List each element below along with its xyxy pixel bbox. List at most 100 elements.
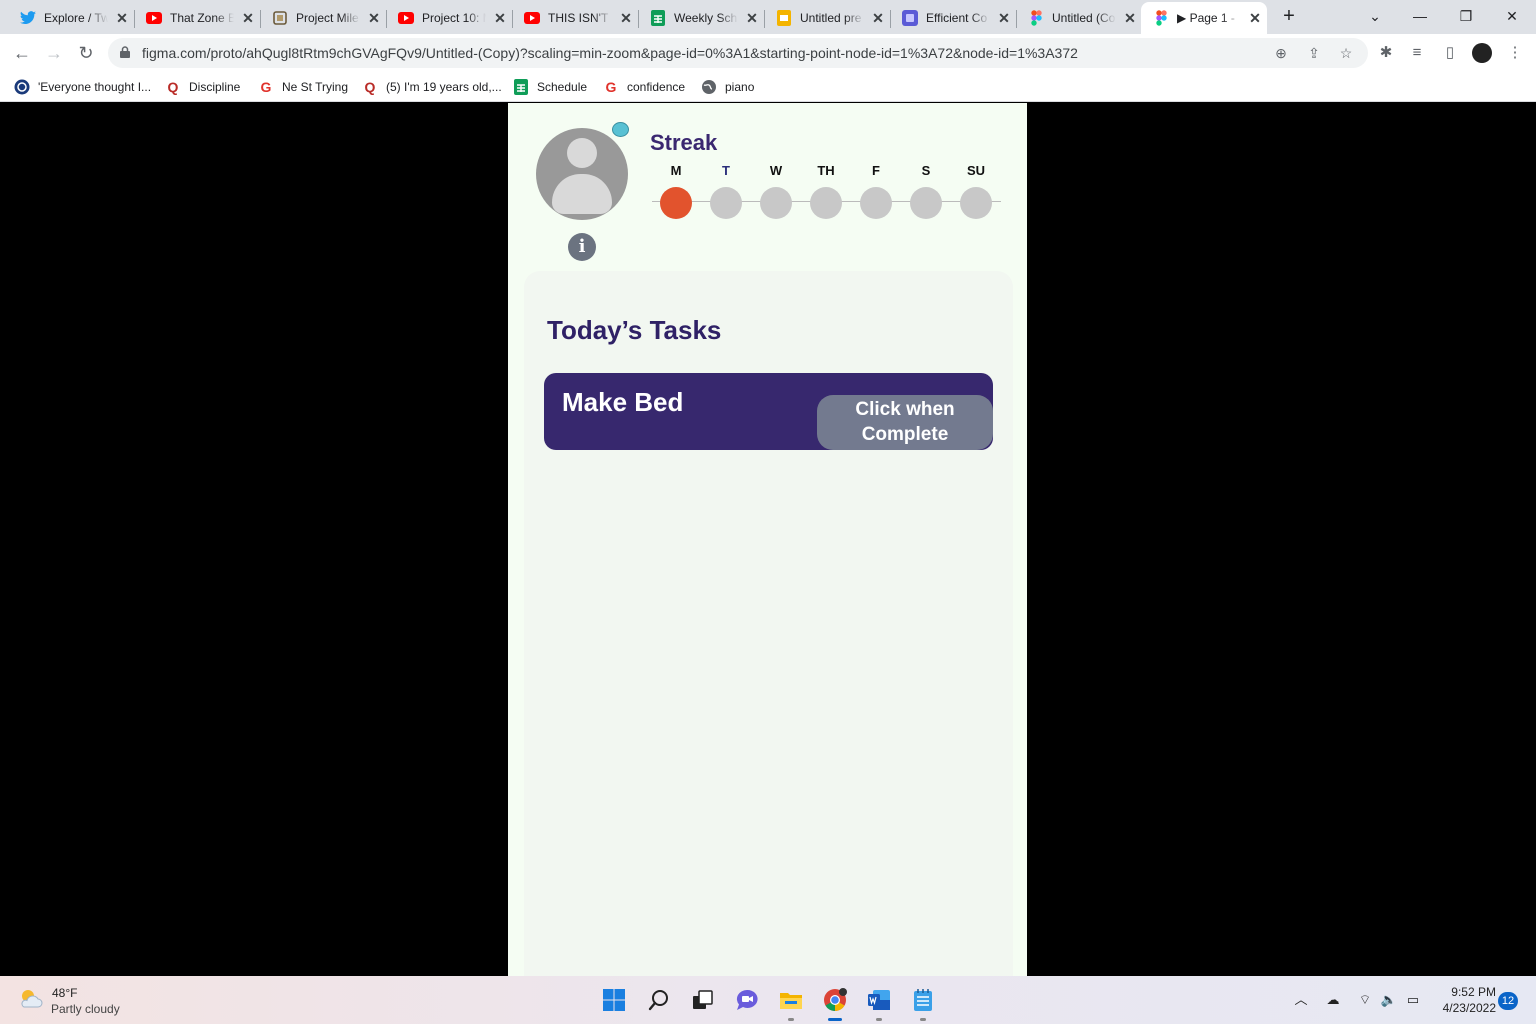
browser-tab-active[interactable]: ▶ Page 1 - ✕ xyxy=(1141,2,1267,34)
tab-strip: Explore / Tw ✕ That Zone B ✕ Project Mil… xyxy=(0,0,1536,34)
day-label: T xyxy=(722,163,730,178)
new-tab-button[interactable]: + xyxy=(1279,6,1299,26)
streak-title: Streak xyxy=(650,130,718,155)
zoom-icon[interactable]: ⊕ xyxy=(1272,44,1290,62)
browser-tab[interactable]: Untitled (Co ✕ xyxy=(1010,2,1142,34)
close-tab-icon[interactable]: ✕ xyxy=(1247,10,1263,26)
bookmark-item[interactable]: Q (5) I'm 19 years old,... xyxy=(362,78,502,96)
tab-title: ▶ Page 1 - xyxy=(1177,11,1235,25)
clock-time[interactable]: 9:52 PM xyxy=(1440,985,1496,999)
sheets-icon xyxy=(650,10,666,26)
bookmark-label: Schedule xyxy=(537,80,588,94)
task-name: Make Bed xyxy=(562,387,684,417)
day-label: TH xyxy=(817,163,835,178)
slides-icon xyxy=(776,10,792,26)
browser-tab[interactable]: Explore / Tw ✕ xyxy=(2,2,135,34)
minimize-button[interactable]: — xyxy=(1406,4,1434,28)
browser-tab[interactable]: Project 10: M ✕ xyxy=(380,2,513,34)
partly-cloudy-icon[interactable] xyxy=(18,987,44,1011)
close-tab-icon[interactable]: ✕ xyxy=(1122,10,1138,26)
forward-icon[interactable]: → xyxy=(42,41,66,65)
tab-search-button[interactable]: ⌄ xyxy=(1361,4,1389,28)
browser-tab[interactable]: Weekly Sch ✕ xyxy=(632,2,765,34)
day-label: F xyxy=(872,163,880,178)
windows-start-icon[interactable] xyxy=(600,986,628,1014)
wifi-icon[interactable]: ⌔ xyxy=(1355,990,1375,1010)
chat-icon[interactable] xyxy=(733,986,761,1014)
bookmark-label: Ne St Trying xyxy=(282,80,349,94)
share-icon[interactable]: ⇪ xyxy=(1305,44,1323,62)
app-icon xyxy=(902,10,918,26)
file-explorer-icon[interactable] xyxy=(777,986,805,1014)
tasks-panel: Today’s Tasks Make Bed Click when Comple… xyxy=(524,271,1013,976)
weather-description[interactable]: Partly cloudy xyxy=(51,1002,120,1016)
volume-icon[interactable]: 🔈 xyxy=(1379,990,1399,1010)
quora-icon: Q xyxy=(167,79,179,95)
tab-title: Project Mile xyxy=(296,11,359,25)
menu-kebab-icon[interactable]: ⋮ xyxy=(1505,43,1525,63)
restore-button[interactable]: ❐ xyxy=(1452,4,1480,28)
bookmark-item[interactable]: Q Discipline xyxy=(165,78,241,96)
profile-picture[interactable] xyxy=(536,128,628,220)
bookmark-label: (5) I'm 19 years old,... xyxy=(386,80,502,94)
twitter-icon xyxy=(20,10,36,26)
profile-avatar-icon[interactable] xyxy=(1472,43,1492,63)
tab-title: Project 10: M xyxy=(422,11,486,25)
battery-icon[interactable]: ▭ xyxy=(1403,990,1423,1010)
quora-icon: Q xyxy=(364,79,376,95)
tasks-title: Today’s Tasks xyxy=(547,315,722,345)
streak-day-dot xyxy=(860,187,892,219)
bookmark-item[interactable]: G Ne St Trying xyxy=(258,78,348,96)
chevron-up-icon[interactable]: ︿ xyxy=(1291,990,1311,1010)
youtube-icon xyxy=(398,10,414,26)
streak-day-dot xyxy=(760,187,792,219)
bookmark-label: 'Everyone thought I... xyxy=(38,80,152,94)
task-view-icon[interactable] xyxy=(689,986,717,1014)
complete-task-button[interactable]: Click when Complete xyxy=(817,395,993,450)
browser-tab[interactable]: Untitled pre ✕ xyxy=(758,2,891,34)
extensions-icon[interactable]: ✱ xyxy=(1376,43,1396,63)
tab-title: THIS ISN'T M xyxy=(548,11,612,25)
bookmark-star-icon[interactable]: ☆ xyxy=(1337,44,1355,62)
bookmark-item[interactable]: 'Everyone thought I... xyxy=(14,78,151,96)
url-text: figma.com/proto/ahQugl8tRtm9chGVAgFQv9/U… xyxy=(142,45,1078,61)
close-window-button[interactable]: ✕ xyxy=(1498,4,1526,28)
bookmark-item[interactable]: G confidence xyxy=(603,78,686,96)
reload-icon[interactable]: ↻ xyxy=(74,41,98,65)
browser-tab[interactable]: Project Mile ✕ xyxy=(254,2,387,34)
chrome-icon[interactable] xyxy=(821,986,849,1014)
tab-title: Weekly Sch xyxy=(674,11,738,25)
notepad-icon[interactable] xyxy=(909,986,937,1014)
tab-title: Untitled (Co xyxy=(1052,11,1116,25)
bookmark-label: confidence xyxy=(627,80,686,94)
task-item: Make Bed Click when Complete xyxy=(544,373,993,450)
notification-badge[interactable]: 12 xyxy=(1498,992,1518,1010)
word-icon[interactable] xyxy=(865,986,893,1014)
bookmark-item[interactable]: Schedule xyxy=(513,78,587,96)
address-bar[interactable]: figma.com/proto/ahQugl8tRtm9chGVAgFQv9/U… xyxy=(108,38,1368,68)
info-icon[interactable]: i xyxy=(568,233,596,261)
media-control-icon[interactable]: ≡ xyxy=(1407,43,1427,63)
lock-icon xyxy=(120,46,130,58)
figma-icon xyxy=(1028,10,1044,26)
running-indicator xyxy=(920,1018,926,1021)
back-icon[interactable]: ← xyxy=(10,41,34,65)
browser-tab[interactable]: Efficient Co ✕ xyxy=(884,2,1017,34)
search-icon[interactable] xyxy=(645,986,673,1014)
bookmark-item[interactable]: piano xyxy=(701,78,754,96)
side-panel-icon[interactable]: ▯ xyxy=(1440,43,1460,63)
status-dot xyxy=(612,122,629,137)
bookmarks-bar: 'Everyone thought I... Q Discipline G Ne… xyxy=(0,72,1536,102)
youtube-icon xyxy=(524,10,540,26)
day-label: SU xyxy=(966,163,986,178)
globe-dark-icon xyxy=(14,79,30,95)
tab-title: Efficient Co xyxy=(926,11,988,25)
onedrive-icon[interactable]: ☁ xyxy=(1323,990,1343,1010)
bookmark-label: Discipline xyxy=(189,80,241,94)
browser-tab[interactable]: That Zone B ✕ xyxy=(128,2,261,34)
browser-tab[interactable]: THIS ISN'T M ✕ xyxy=(506,2,639,34)
active-indicator xyxy=(828,1018,842,1021)
streak-day-dot xyxy=(910,187,942,219)
clock-date[interactable]: 4/23/2022 xyxy=(1430,1001,1496,1015)
weather-temperature[interactable]: 48°F xyxy=(52,986,77,1000)
